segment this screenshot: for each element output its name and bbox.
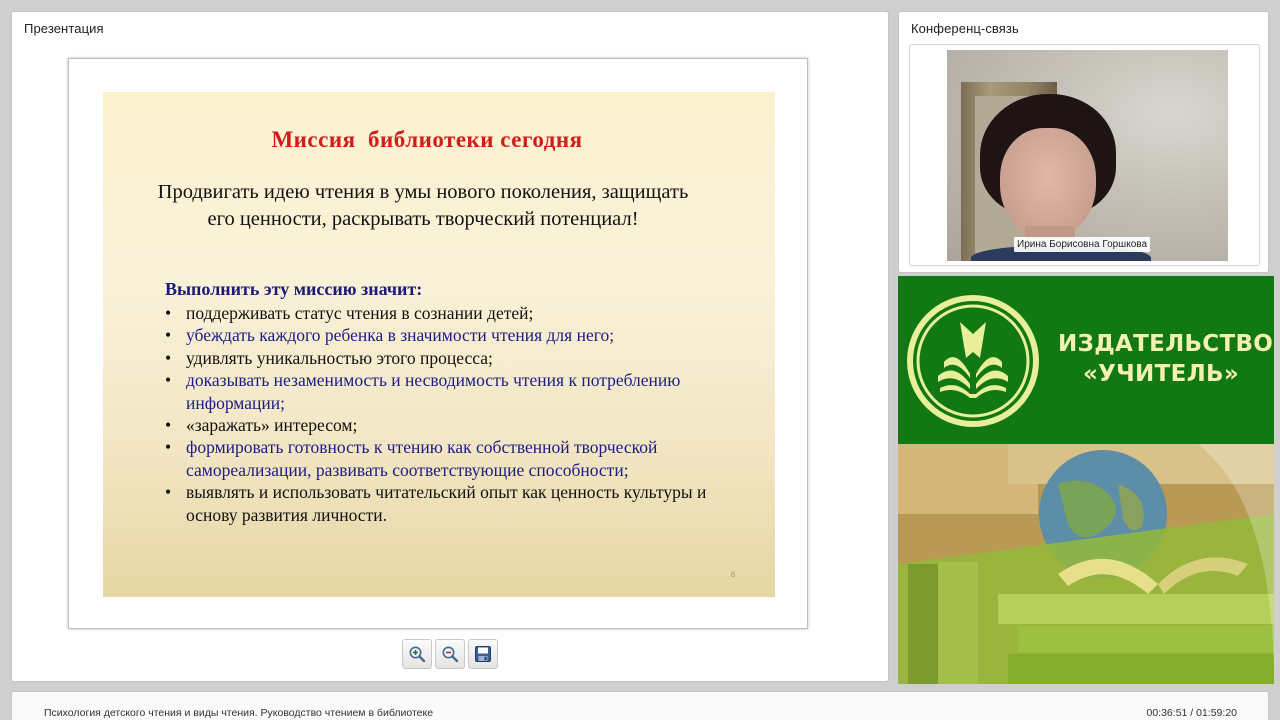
slide-frame: Миссия библиотеки сегодня Продвигать иде… (68, 58, 808, 629)
footer-bar: Психология детского чтения и виды чтения… (11, 691, 1269, 720)
slide-bullet-text: удивлять уникальностью этого процесса; (186, 347, 493, 368)
publisher-banner: ИЗДАТЕЛЬСТВО «УЧИТЕЛЬ» (898, 276, 1274, 684)
bullet-glyph: • (165, 482, 172, 503)
participant-face (1000, 128, 1096, 238)
slide-bullet-text: доказывать незаменимость и несводимость … (186, 370, 681, 413)
conference-panel: Конференц-связь Ирина Борисовна Горшкова (898, 11, 1269, 273)
slide-bullet-text: формировать готовность к чтению как собс… (186, 437, 658, 480)
slide-lead-text: Продвигать идею чтения в умы нового поко… (157, 181, 689, 230)
zoom-out-icon (442, 646, 459, 663)
slide-bullet-item: • удивлять уникальностью этого процесса; (165, 347, 735, 369)
bullet-glyph: • (165, 303, 172, 323)
bullet-glyph: • (165, 370, 172, 391)
slide-bullet-item: • «заражать» интересом; (165, 414, 735, 436)
slide-bullet-list: • поддерживать статус чтения в сознании д… (165, 302, 735, 526)
lecture-title: Психология детского чтения и виды чтения… (44, 707, 434, 719)
banner-books-globe-image (898, 444, 1274, 684)
slide-page-number: 8 (731, 570, 735, 579)
save-icon (475, 646, 491, 662)
slide-subheading: Выполнить эту миссию значит: (165, 279, 423, 299)
slide-bullet-text: «заражать» интересом; (186, 415, 358, 436)
publisher-name-line1: ИЗДАТЕЛЬСТВО (1058, 331, 1274, 357)
video-container: Ирина Борисовна Горшкова (909, 44, 1260, 266)
participant-name-caption: Ирина Борисовна Горшкова (1014, 237, 1151, 252)
conference-panel-title: Конференц-связь (911, 21, 1019, 36)
save-button[interactable] (468, 639, 498, 669)
publisher-name: ИЗДАТЕЛЬСТВО «УЧИТЕЛЬ» (1058, 329, 1274, 389)
bullet-glyph: • (165, 325, 172, 346)
presentation-panel-title: Презентация (24, 21, 104, 36)
slide-bullet-item: • доказывать незаменимость и несводимость… (165, 369, 735, 414)
slide-bullet-text: поддерживать статус чтения в сознании де… (186, 303, 534, 323)
slide-title: Миссия библиотеки сегодня (271, 127, 583, 152)
zoom-out-button[interactable] (435, 639, 465, 669)
zoom-in-icon (409, 646, 426, 663)
publisher-banner-header: ИЗДАТЕЛЬСТВО «УЧИТЕЛЬ» (898, 276, 1274, 444)
slide: Миссия библиотеки сегодня Продвигать иде… (103, 92, 775, 597)
zoom-in-button[interactable] (402, 639, 432, 669)
slide-bullet-item: • выявлять и использовать читательский оп… (165, 481, 735, 526)
publisher-logo-icon (907, 295, 1039, 427)
slide-bullet-item: • поддерживать статус чтения в сознании д… (165, 302, 735, 324)
slide-bullet-item: • убеждать каждого ребенка в значимости ч… (165, 324, 735, 346)
slide-bullet-item: • формировать готовность к чтению как соб… (165, 436, 735, 481)
presentation-toolbar (402, 639, 498, 669)
publisher-name-line2: «УЧИТЕЛЬ» (1082, 361, 1240, 387)
slide-bullet-text: убеждать каждого ребенка в значимости чт… (186, 325, 615, 346)
participant-video[interactable]: Ирина Борисовна Горшкова (947, 50, 1228, 261)
books-globe-illustration (898, 444, 1274, 684)
bullet-glyph: • (165, 415, 172, 436)
presentation-panel: Презентация Миссия библиотеки сегодня Пр… (11, 11, 889, 682)
bullet-glyph: • (165, 437, 172, 458)
bullet-glyph: • (165, 347, 172, 368)
playback-time: 00:36:51 / 01:59:20 (1146, 707, 1238, 719)
slide-bullet-text: выявлять и использовать читательский опы… (186, 482, 707, 525)
